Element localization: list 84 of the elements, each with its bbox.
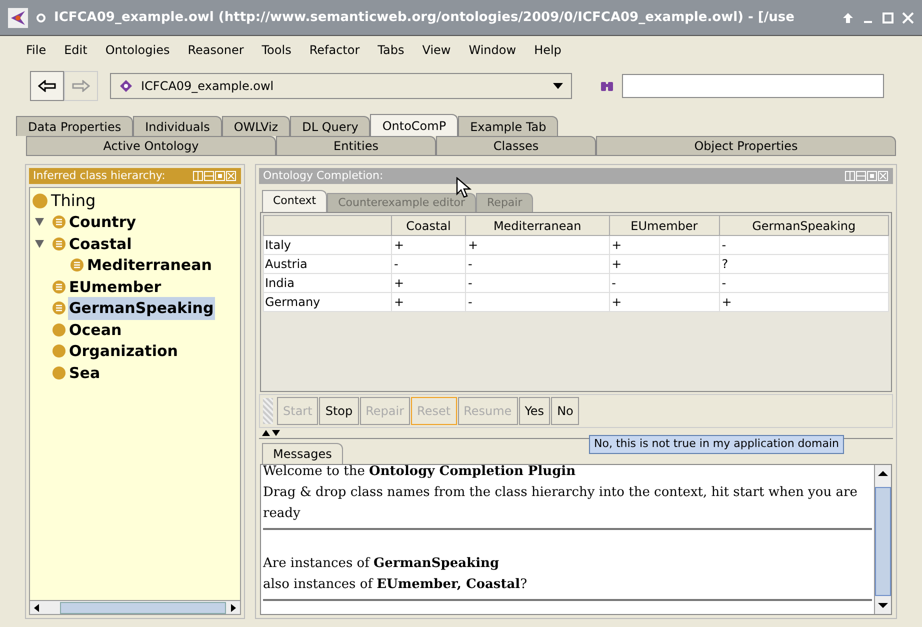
tab[interactable]: Individuals — [133, 116, 222, 136]
menu-item[interactable]: Window — [468, 41, 516, 59]
table-cell: + — [392, 292, 466, 312]
close-icon[interactable] — [902, 12, 914, 24]
class-icon — [52, 344, 66, 358]
tab[interactable]: DL Query — [290, 116, 370, 136]
table-cell: - — [466, 292, 610, 312]
menu-item[interactable]: File — [26, 41, 46, 59]
tree-node[interactable]: Mediterranean — [86, 254, 213, 276]
table-cell: + — [609, 292, 720, 312]
app-logo-icon — [8, 8, 28, 28]
tree-node[interactable]: Country — [68, 211, 138, 234]
message-text: Drag & drop class names from the class hierarchy into the context, hit start when you are ready — [263, 484, 858, 523]
message-text: Welcome to the Ontology Completion Plugin — [263, 463, 577, 481]
class-icon — [52, 366, 66, 380]
button[interactable]: Yes — [518, 397, 550, 425]
back-button[interactable] — [30, 71, 64, 101]
defined-class-icon — [52, 236, 66, 251]
circle-icon — [36, 12, 46, 22]
caret-icon — [553, 83, 563, 89]
arrow-right-icon — [72, 80, 90, 92]
tab[interactable]: Object Properties — [596, 136, 896, 156]
table-cell: + — [719, 292, 888, 312]
diamond-icon — [119, 79, 133, 93]
ontology-dropdown[interactable]: ICFCA09_example.owl — [110, 73, 572, 99]
mouse-cursor-icon — [456, 177, 472, 199]
tab[interactable]: Entities — [276, 136, 436, 156]
tab[interactable]: Context — [262, 190, 328, 212]
defined-class-icon — [52, 301, 66, 316]
message-text: also instances of EUmember, Coastal? — [263, 576, 528, 594]
panel-title: Ontology Completion: — [263, 168, 384, 184]
defined-class-icon — [52, 280, 66, 294]
column-header[interactable]: GermanSpeaking — [719, 216, 888, 236]
drag-handle[interactable] — [263, 398, 273, 424]
panel-controls-icon[interactable] — [845, 171, 889, 181]
menu-item[interactable]: Edit — [64, 41, 88, 59]
messages-tab[interactable]: Messages — [262, 443, 343, 464]
tab[interactable]: Example Tab — [458, 116, 558, 136]
message-text: Are instances of GermanSpeaking — [263, 555, 500, 573]
button[interactable]: No — [551, 397, 580, 425]
tooltip: No, this is not true in my application domain — [589, 435, 844, 454]
arrow-left-icon — [38, 80, 56, 92]
tree-node[interactable]: Organization — [68, 340, 179, 362]
menu-item[interactable]: Help — [534, 41, 562, 59]
class-icon — [32, 192, 48, 209]
vertical-scrollbar[interactable] — [874, 465, 891, 614]
menu-item[interactable]: Tabs — [378, 41, 404, 59]
arrow-up-icon[interactable] — [842, 12, 854, 24]
tree-node[interactable]: GermanSpeaking — [68, 297, 215, 320]
column-header[interactable]: EUmember — [609, 216, 720, 236]
panel-title: Inferred class hierarchy: — [33, 168, 166, 184]
scroll-thumb[interactable] — [60, 602, 226, 614]
tree-node[interactable]: Coastal — [68, 232, 133, 255]
tab[interactable]: OntoComP — [370, 114, 458, 136]
tab[interactable]: Data Properties — [16, 116, 134, 136]
defined-class-icon — [70, 258, 84, 272]
binoculars-icon — [600, 80, 614, 92]
panel-controls-icon[interactable] — [193, 171, 237, 181]
tab[interactable]: Active Ontology — [26, 136, 276, 156]
search-field[interactable] — [622, 74, 884, 98]
tree-node[interactable]: EUmember — [68, 276, 162, 298]
tree-node[interactable]: Thing — [50, 188, 97, 213]
dropdown-value: ICFCA09_example.owl — [141, 78, 275, 95]
class-icon — [52, 322, 66, 337]
horizontal-scrollbar[interactable] — [30, 600, 240, 614]
table-cell: Germany — [264, 292, 392, 312]
menu-item[interactable]: Tools — [262, 41, 292, 59]
tree-node[interactable]: Ocean — [68, 318, 123, 341]
tree-node[interactable]: Sea — [68, 362, 102, 384]
tab[interactable]: Classes — [436, 136, 596, 156]
menu-item[interactable]: Reasoner — [188, 41, 244, 59]
column-header[interactable]: Coastal — [392, 216, 466, 236]
menu-item[interactable]: View — [422, 41, 451, 59]
menu-item[interactable]: Refactor — [309, 41, 360, 59]
maximize-icon[interactable] — [882, 12, 894, 24]
scroll-thumb[interactable] — [875, 487, 891, 596]
defined-class-icon — [52, 215, 66, 230]
tab[interactable]: OWLViz — [222, 116, 290, 136]
column-header[interactable]: Mediterranean — [466, 216, 610, 236]
button[interactable]: Stop — [319, 397, 359, 425]
window-title: ICFCA09_example.owl (http://www.semanticweb.org/ontologies/2009/0/ICFCA09_example.owl) - [/use — [54, 8, 796, 27]
collapse-up-icon[interactable] — [262, 430, 270, 436]
collapse-down-icon[interactable] — [272, 430, 280, 436]
menu-item[interactable]: Ontologies — [105, 41, 170, 59]
